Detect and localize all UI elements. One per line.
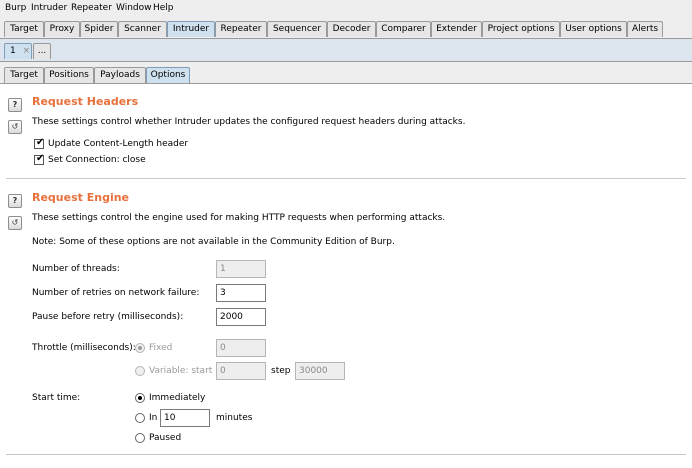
tab-comparer[interactable]: Comparer: [376, 21, 431, 37]
attack-tab-1[interactable]: 1 ×: [4, 43, 32, 59]
retries-label: Number of retries on network failure:: [32, 288, 200, 298]
menu-window[interactable]: Window: [116, 3, 152, 13]
subtab-positions[interactable]: Positions: [44, 67, 94, 83]
threads-input[interactable]: 1: [216, 260, 266, 278]
menu-repeater[interactable]: Repeater: [71, 3, 112, 13]
request-engine-title: Request Engine: [32, 191, 130, 204]
immediately-radio[interactable]: [135, 393, 145, 403]
tab-spider[interactable]: Spider: [80, 21, 118, 37]
request-engine-description: These settings control the engine used f…: [32, 213, 446, 223]
tab-target[interactable]: Target: [4, 21, 44, 37]
subtab-options[interactable]: Options: [146, 67, 190, 83]
request-headers-title: Request Headers: [32, 95, 139, 108]
step-input[interactable]: 30000: [295, 362, 345, 380]
tab-extender[interactable]: Extender: [431, 21, 482, 37]
in-radio[interactable]: [135, 413, 145, 423]
menu-help[interactable]: Help: [153, 3, 174, 13]
paused-label: Paused: [149, 433, 182, 443]
subtab-payloads[interactable]: Payloads: [94, 67, 146, 83]
in-label: In: [149, 413, 158, 423]
checkmark-icon: ✔: [36, 153, 45, 164]
tab-proxy[interactable]: Proxy: [44, 21, 80, 37]
start-time-label: Start time:: [32, 393, 81, 403]
fixed-label: Fixed: [149, 343, 173, 353]
checkmark-icon: ✔: [36, 137, 45, 148]
section-divider: [6, 178, 686, 179]
minutes-input[interactable]: 10: [160, 409, 210, 427]
set-connection-close-label: Set Connection: close: [48, 155, 146, 165]
tab-scanner[interactable]: Scanner: [118, 21, 167, 37]
fixed-radio[interactable]: [135, 343, 145, 353]
section-divider: [6, 454, 686, 455]
variable-start-input[interactable]: 0: [216, 362, 266, 380]
community-edition-note: Note: Some of these options are not avai…: [32, 237, 395, 247]
options-panel: ? ↺ Request Headers These settings contr…: [0, 84, 692, 468]
request-headers-description: These settings control whether Intruder …: [32, 117, 466, 127]
immediately-label: Immediately: [149, 393, 206, 403]
tab-decoder[interactable]: Decoder: [327, 21, 376, 37]
minutes-label: minutes: [216, 413, 253, 423]
tab-sequencer[interactable]: Sequencer: [267, 21, 327, 37]
pause-input[interactable]: 2000: [216, 308, 266, 326]
help-icon[interactable]: ?: [8, 194, 22, 208]
attack-tab-label: 1: [10, 46, 16, 56]
attack-tab-bar: 1 × ...: [0, 39, 692, 62]
update-content-length-label: Update Content-Length header: [48, 139, 189, 149]
threads-label: Number of threads:: [32, 264, 120, 274]
paused-radio[interactable]: [135, 433, 145, 443]
set-connection-close-checkbox[interactable]: ✔: [34, 153, 45, 165]
tab-user-options[interactable]: User options: [560, 21, 627, 37]
main-tab-bar: Target Proxy Spider Scanner Intruder Rep…: [0, 18, 692, 39]
help-icon[interactable]: ?: [8, 98, 22, 112]
variable-radio[interactable]: [135, 366, 145, 376]
tab-repeater[interactable]: Repeater: [215, 21, 267, 37]
tab-intruder[interactable]: Intruder: [167, 21, 215, 37]
restore-defaults-icon[interactable]: ↺: [8, 216, 22, 230]
new-attack-tab-button[interactable]: ...: [33, 43, 51, 59]
retries-input[interactable]: 3: [216, 284, 266, 302]
variable-start-label: Variable: start: [149, 366, 213, 376]
sub-tab-bar: Target Positions Payloads Options: [0, 62, 692, 84]
step-label: step: [271, 366, 291, 376]
menu-burp[interactable]: Burp: [5, 3, 26, 13]
fixed-input[interactable]: 0: [216, 339, 266, 357]
update-content-length-checkbox[interactable]: ✔: [34, 137, 45, 149]
restore-defaults-icon[interactable]: ↺: [8, 120, 22, 134]
menu-intruder[interactable]: Intruder: [31, 3, 67, 13]
menu-bar: Burp Intruder Repeater Window Help: [0, 0, 692, 18]
radio-dot: [138, 346, 142, 350]
tab-alerts[interactable]: Alerts: [627, 21, 663, 37]
tab-project-options[interactable]: Project options: [482, 21, 560, 37]
throttle-label: Throttle (milliseconds):: [32, 343, 136, 353]
pause-label: Pause before retry (milliseconds):: [32, 312, 184, 322]
radio-dot: [138, 396, 142, 400]
subtab-target[interactable]: Target: [4, 67, 44, 83]
close-icon[interactable]: ×: [23, 46, 31, 56]
